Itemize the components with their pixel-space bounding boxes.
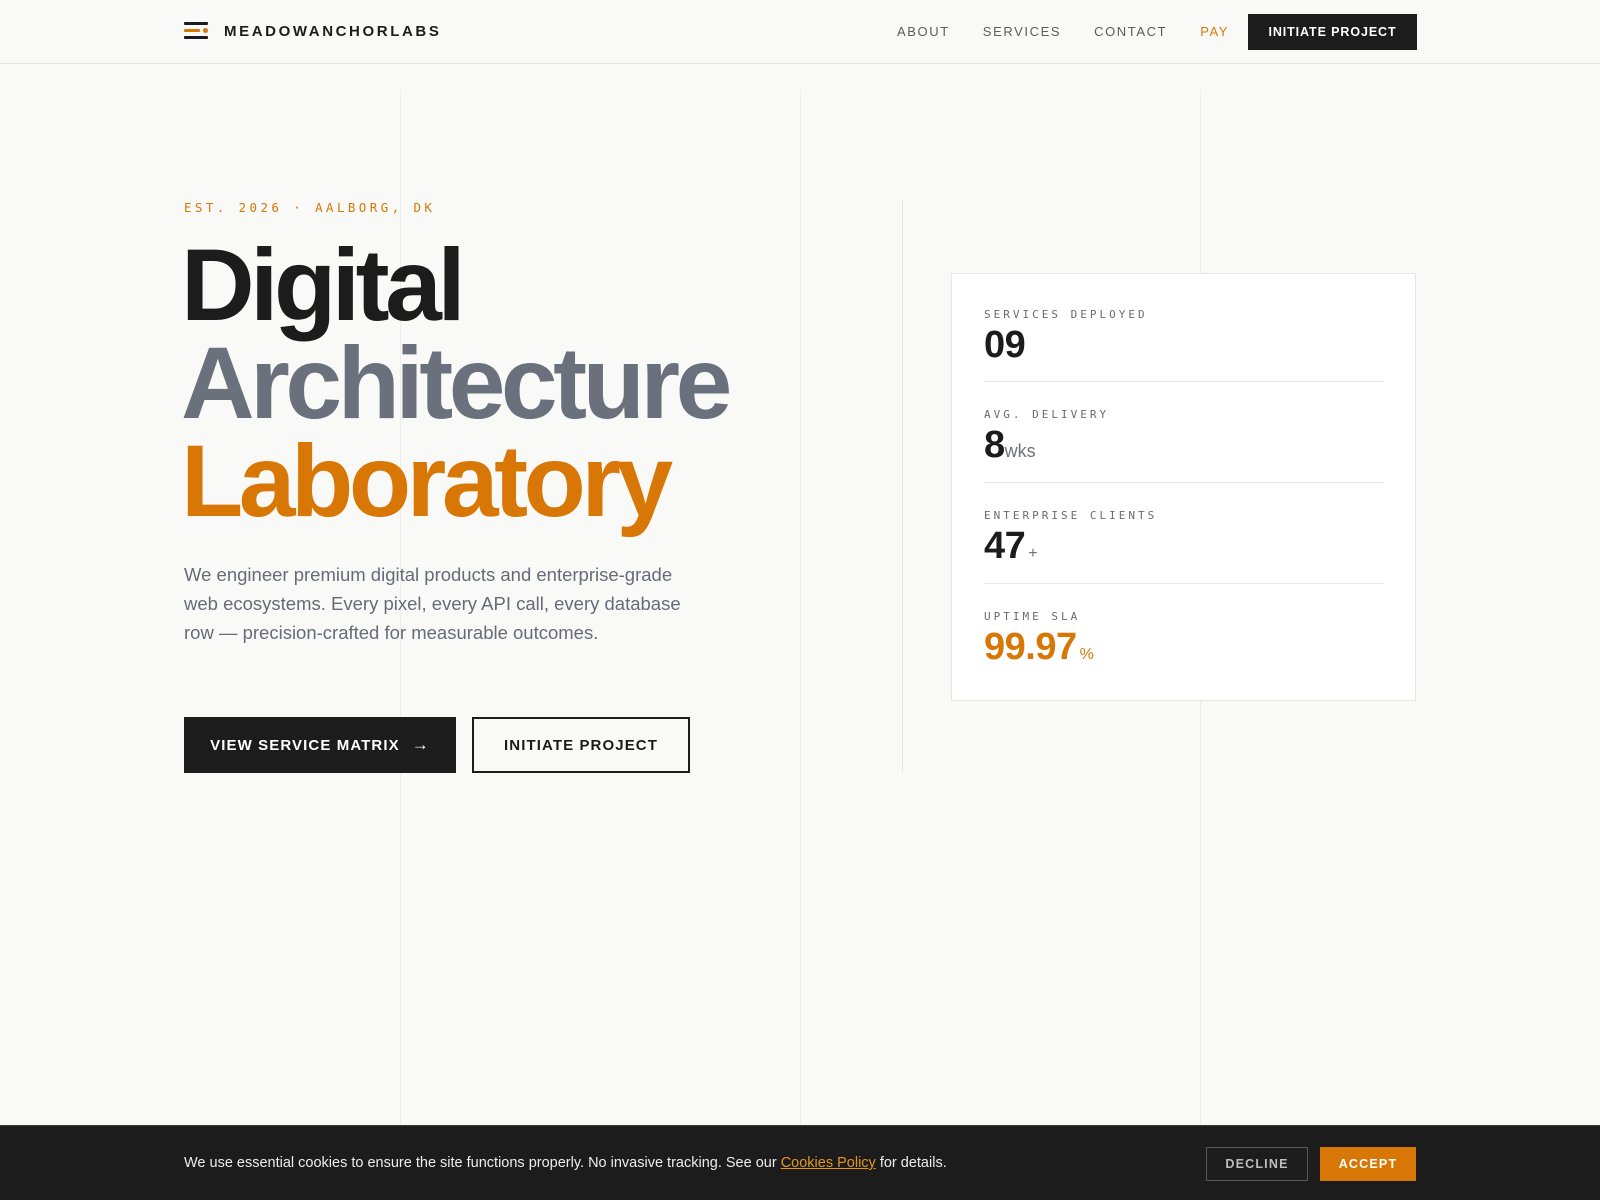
cookies-policy-link[interactable]: Cookies Policy: [781, 1155, 876, 1171]
stat-value: 8wks: [984, 425, 1384, 471]
initiate-project-button[interactable]: INITIATE PROJECT: [472, 717, 690, 773]
cookie-text-after: for details.: [875, 1155, 947, 1171]
stat-label: ENTERPRISE CLIENTS: [984, 509, 1158, 522]
stat-divider: [984, 482, 1384, 483]
cookie-message: We use essential cookies to ensure the s…: [184, 1155, 947, 1171]
headline-line-2: Architecture: [181, 326, 732, 440]
stat-enterprise-clients: ENTERPRISE CLIENTS 47 +: [984, 509, 1384, 574]
decline-cookies-button[interactable]: DECLINE: [1206, 1147, 1308, 1181]
hero-eyebrow: EST. 2026 · AALBORG, DK: [184, 200, 436, 215]
stat-avg-delivery: AVG. DELIVERY 8wks: [984, 408, 1384, 471]
view-service-matrix-button[interactable]: VIEW SERVICE MATRIX →: [184, 717, 456, 773]
nav-link-about[interactable]: ABOUT: [897, 24, 950, 39]
brand-logo[interactable]: MEADOWANCHORLABS: [184, 21, 441, 41]
stat-uptime-sla: UPTIME SLA 99.97%: [984, 610, 1384, 675]
stat-label: SERVICES DEPLOYED: [984, 308, 1148, 321]
stat-divider: [984, 381, 1384, 382]
stat-divider: [984, 583, 1384, 584]
brand-name: MEADOWANCHORLABS: [224, 22, 442, 40]
stat-label: AVG. DELIVERY: [984, 408, 1110, 421]
logo-mark-icon: [184, 21, 210, 41]
stats-card: SERVICES DEPLOYED 09 AVG. DELIVERY 8wks …: [951, 273, 1416, 701]
stat-number: 47: [984, 525, 1026, 567]
cookie-banner: We use essential cookies to ensure the s…: [0, 1125, 1600, 1200]
view-service-matrix-label: VIEW SERVICE MATRIX: [210, 736, 400, 754]
stat-unit: wks: [1004, 441, 1036, 461]
arrow-right-icon: →: [411, 735, 430, 754]
accept-cookies-button[interactable]: ACCEPT: [1320, 1147, 1416, 1181]
stat-number: 8: [984, 424, 1005, 466]
stat-unit: %: [1079, 646, 1094, 663]
site-header: MEADOWANCHORLABS ABOUT SERVICES CONTACT …: [0, 0, 1600, 64]
stat-value: 99.97%: [984, 627, 1384, 675]
initiate-project-nav-button[interactable]: INITIATE PROJECT: [1248, 14, 1417, 50]
stat-number: 99.97: [984, 626, 1077, 668]
nav-link-services[interactable]: SERVICES: [983, 24, 1061, 39]
nav-link-contact[interactable]: CONTACT: [1094, 24, 1167, 39]
hero-divider: [902, 200, 903, 773]
stat-value: 47 +: [984, 526, 1384, 574]
headline-line-1: Digital: [181, 228, 466, 342]
hero-lead-text: We engineer premium digital products and…: [184, 564, 681, 643]
cookie-text-before: We use essential cookies to ensure the s…: [184, 1155, 781, 1171]
headline-line-3: Laboratory: [181, 424, 673, 538]
stat-label: UPTIME SLA: [984, 610, 1081, 623]
stat-number: 09: [984, 324, 1026, 366]
nav-link-pay[interactable]: PAY: [1200, 24, 1229, 39]
stat-unit: +: [1028, 545, 1038, 562]
stat-value: 09: [984, 325, 1384, 365]
grid-guide-line: [800, 90, 801, 1200]
stat-services-deployed: SERVICES DEPLOYED 09: [984, 308, 1384, 365]
main-nav: ABOUT SERVICES CONTACT PAY: [897, 24, 1262, 39]
hero-headline: Digital Architecture Laboratory: [181, 228, 732, 538]
